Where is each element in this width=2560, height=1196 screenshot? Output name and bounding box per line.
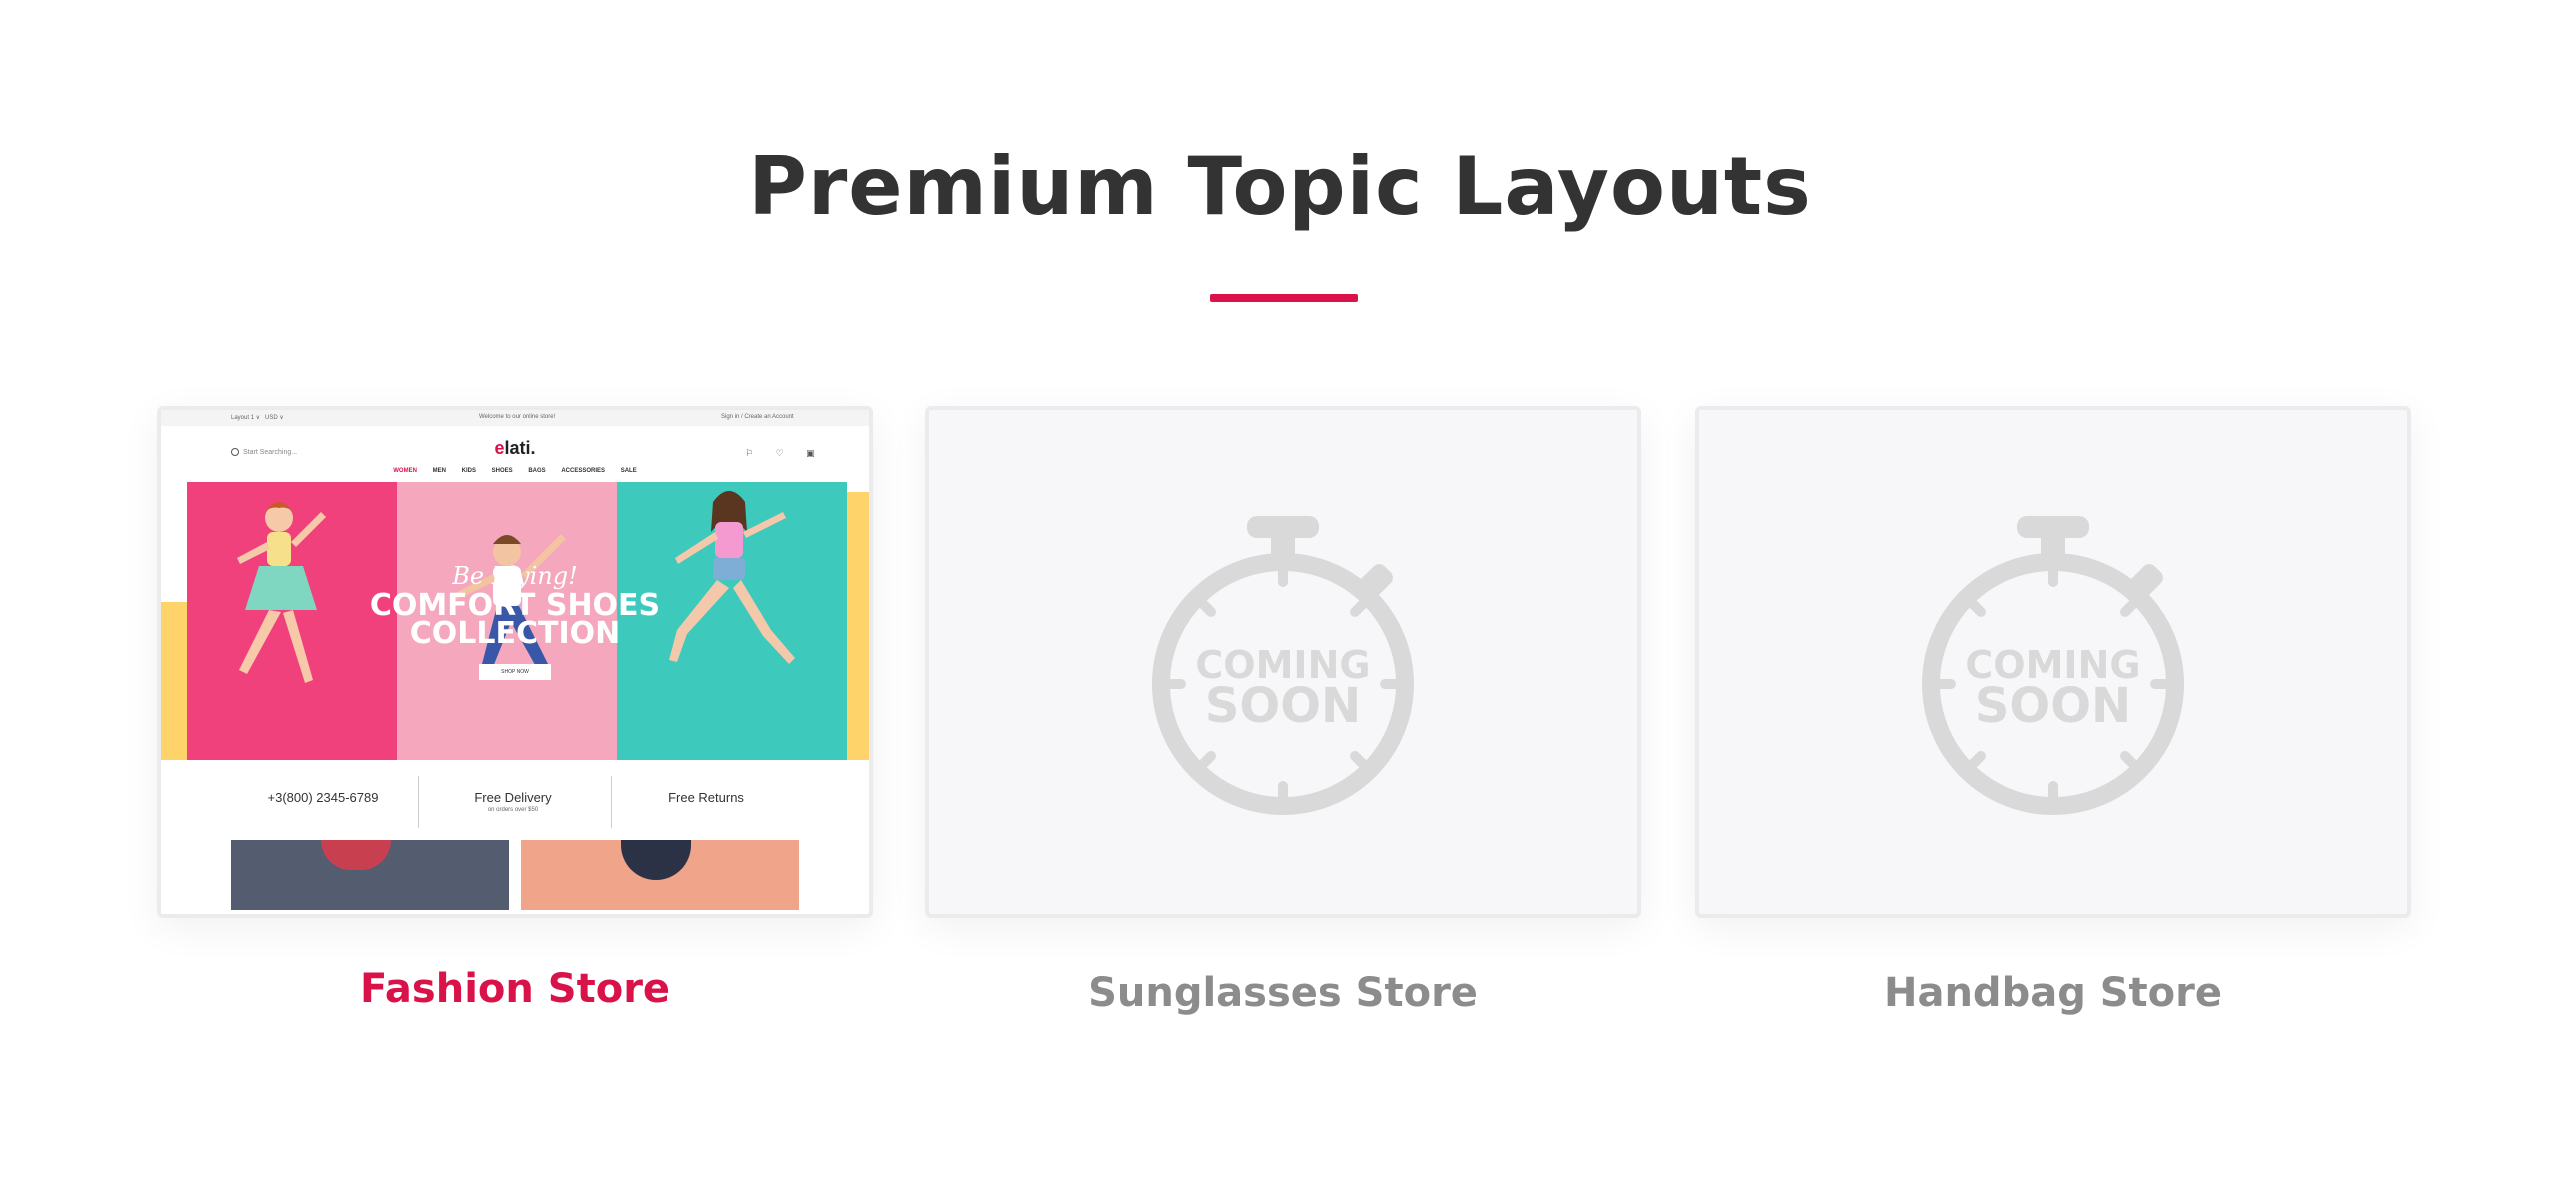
sunglasses-store-label: Sunglasses Store [1088, 970, 1478, 1016]
hero-shop-now-button: SHOP NOW [479, 664, 551, 680]
preview-header-icons: ⚐ ♡ ▣ [745, 448, 825, 458]
preview-features-strip: +3(800) 2345-6789 Free Delivery on order… [161, 760, 869, 834]
preview-header: Start Searching... elati. ⚐ ♡ ▣ WOMEN ME… [161, 426, 869, 482]
coming-soon-line: SOON [1205, 678, 1361, 734]
preview-topbar: Layout 1 ∨ USD ∨ Welcome to our online s… [161, 410, 869, 426]
page: Premium Topic Layouts Layout 1 ∨ USD ∨ W… [0, 0, 2560, 1196]
section-title: Premium Topic Layouts [748, 140, 1812, 233]
preview-nav-item: SALE [620, 468, 637, 474]
feature-delivery: Free Delivery on orders over $50 [418, 790, 608, 813]
preview-welcome-text: Welcome to our online store! [479, 414, 556, 420]
preview-nav-item: BAGS [528, 468, 546, 474]
preview-thumbnails [161, 834, 869, 914]
stopwatch-icon: COMING SOON [1152, 516, 1414, 815]
feature-subtitle: on orders over $50 [487, 807, 539, 813]
feature-title: Free Delivery [474, 790, 552, 805]
feature-returns: Free Returns [611, 790, 801, 805]
feature-title: +3(800) 2345-6789 [267, 790, 379, 805]
fashion-store-link[interactable]: Fashion Store [157, 966, 873, 1012]
preview-currency: USD ∨ [265, 415, 284, 421]
hero-script-text: Be Flying! [452, 562, 578, 590]
title-underline-divider [1210, 294, 1358, 302]
preview-nav-item: ACCESSORIES [561, 468, 606, 474]
preview-thumbnail-image [231, 840, 509, 910]
preview-nav-item: KIDS [461, 468, 476, 474]
preview-logo-text: lati. [504, 438, 536, 458]
hero-title: COMFORT SHOES COLLECTION [161, 591, 869, 651]
fashion-store-preview-card[interactable]: Layout 1 ∨ USD ∨ Welcome to our online s… [157, 406, 873, 918]
stopwatch-icon: COMING SOON [1922, 516, 2184, 815]
preview-thumbnail-image [521, 840, 799, 910]
preview-account-link: Sign in / Create an Account [721, 414, 794, 420]
preview-nav: WOMEN MEN KIDS SHOES BAGS ACCESSORIES SA… [161, 468, 869, 474]
preview-nav-item: WOMEN [393, 468, 417, 474]
preview-language: Layout 1 ∨ [231, 415, 261, 421]
handbag-store-preview-card: COMING SOON [1695, 406, 2411, 918]
preview-nav-item: MEN [432, 468, 446, 474]
handbag-store-label: Handbag Store [1883, 970, 2223, 1016]
coming-soon-line: SOON [1975, 678, 2131, 734]
hero-title-line: COLLECTION [409, 616, 621, 651]
feature-title: Free Returns [668, 790, 744, 805]
preview-nav-item: SHOES [491, 468, 513, 474]
sunglasses-store-preview-card: COMING SOON [925, 406, 1641, 918]
preview-hero-banner: Be Flying! COMFORT SHOES COLLECTION SHOP… [161, 482, 869, 760]
feature-phone: +3(800) 2345-6789 [228, 790, 418, 805]
preview-logo-accent: e [494, 438, 505, 458]
